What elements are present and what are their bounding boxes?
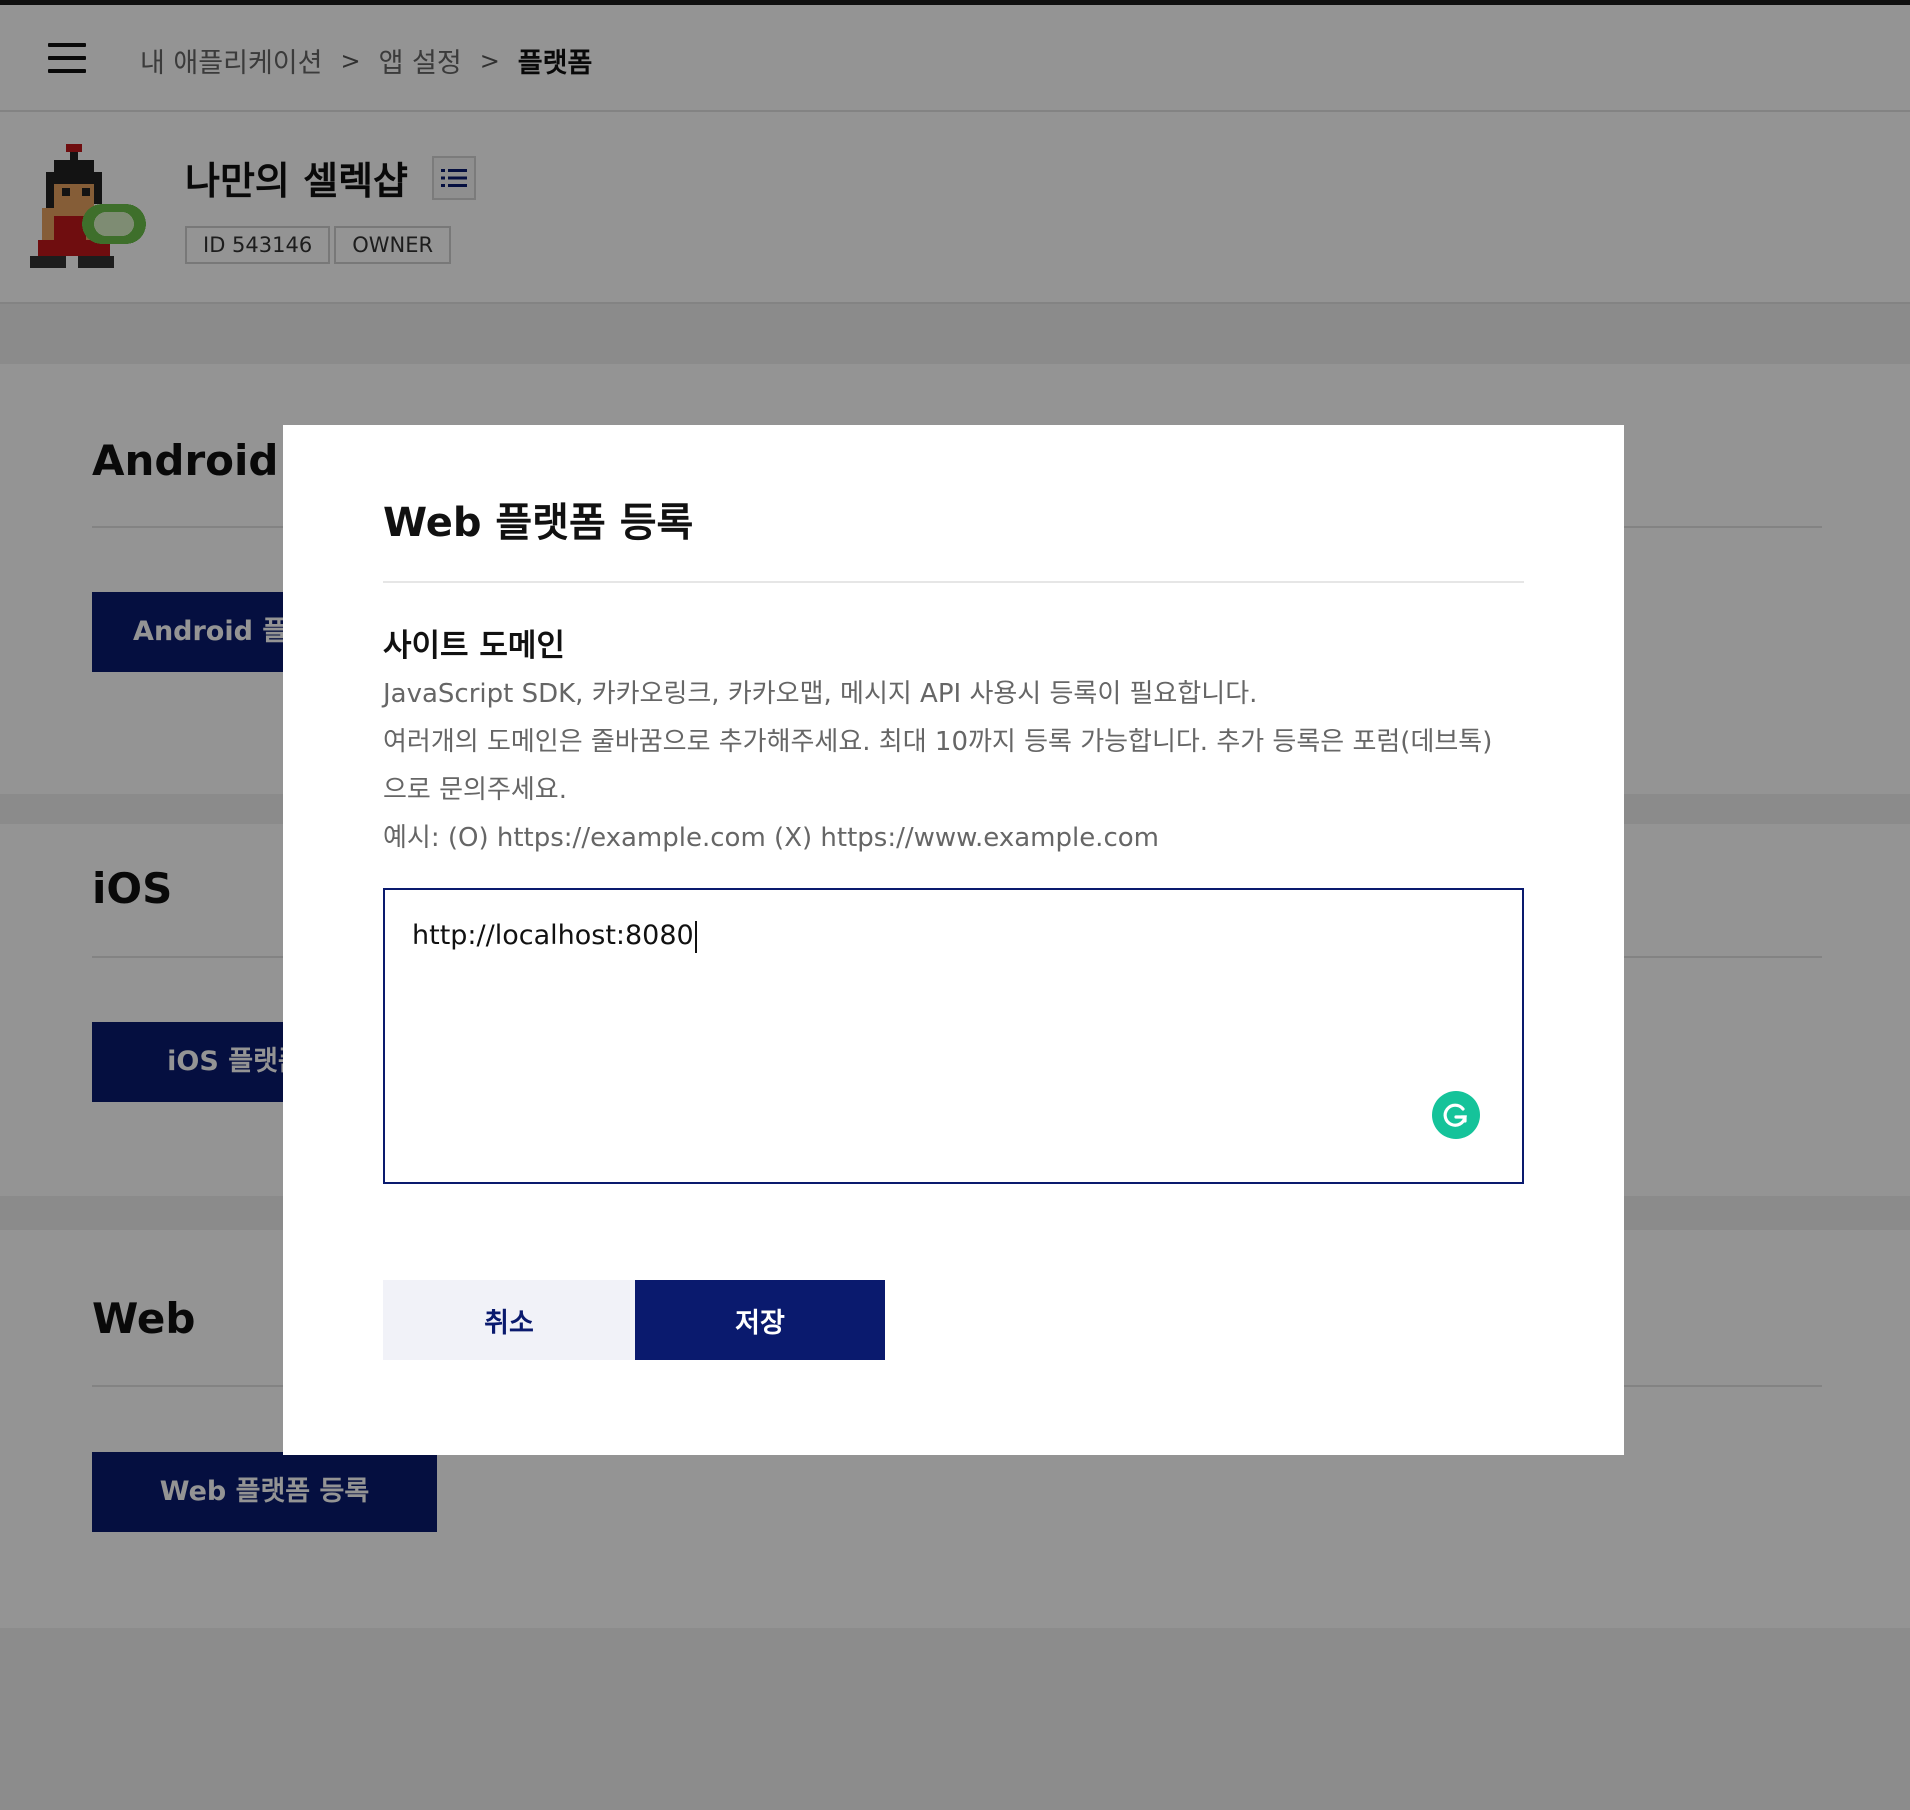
modal-divider (383, 581, 1524, 583)
textarea-text: http://localhost:8080 (412, 920, 694, 951)
site-domain-textarea[interactable]: http://localhost:8080 (383, 888, 1524, 1184)
help-text-line: 으로 문의주세요. (383, 775, 567, 805)
modal-title: Web 플랫폼 등록 (383, 500, 694, 546)
site-domain-help: JavaScript SDK, 카카오링크, 카카오맵, 메시지 API 사용시… (383, 670, 1543, 862)
save-button[interactable]: 저장 (635, 1280, 885, 1360)
help-text-line: JavaScript SDK, 카카오링크, 카카오맵, 메시지 API 사용시… (383, 679, 1258, 709)
page: 내 애플리케이션 > 앱 설정 > 플랫폼 나만의 셀렉샵 ID 543146 … (0, 0, 1910, 1810)
help-text-line: 예시: (O) https://example.com (X) https://… (383, 823, 1159, 853)
textarea-value: http://localhost:8080 (412, 920, 697, 953)
grammarly-icon[interactable] (1432, 1091, 1480, 1139)
web-platform-modal: Web 플랫폼 등록 사이트 도메인 JavaScript SDK, 카카오링크… (283, 425, 1624, 1455)
help-text-line: 여러개의 도메인은 줄바꿈으로 추가해주세요. 최대 10까지 등록 가능합니다… (383, 727, 1493, 757)
cancel-button[interactable]: 취소 (383, 1280, 635, 1360)
site-domain-label: 사이트 도메인 (383, 628, 565, 664)
text-caret (694, 920, 697, 953)
